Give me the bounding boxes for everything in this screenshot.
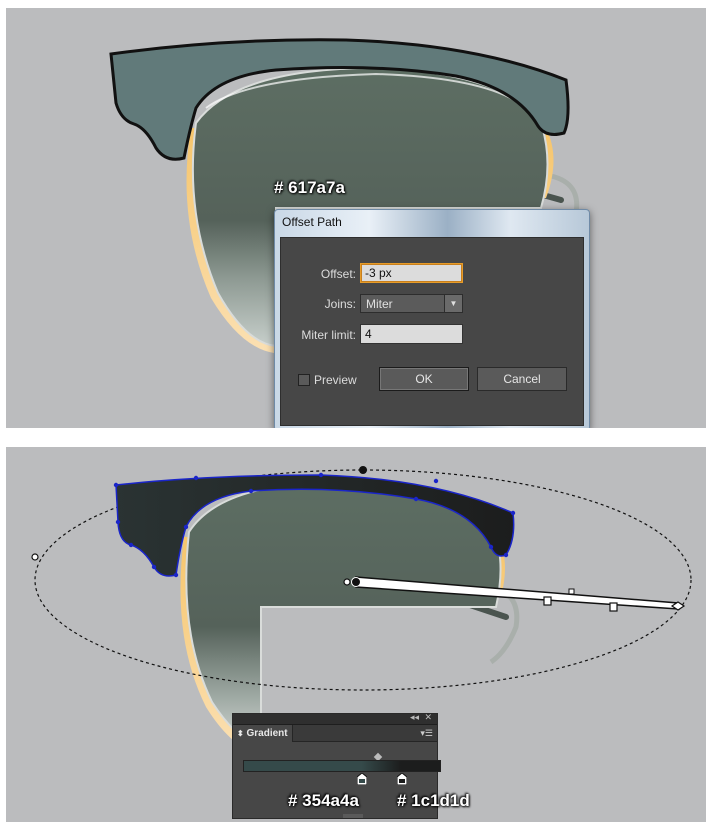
color-label-stop-2: # 1c1d1d — [397, 791, 470, 810]
joins-select[interactable]: Miter ▼ — [360, 294, 463, 313]
ok-button[interactable]: OK — [379, 367, 469, 391]
offset-path-dialog: Offset Path Offset: -3 px Joins: Miter ▼… — [274, 209, 590, 428]
panel-tabbar: ⬍ Gradient ▾☰ — [233, 725, 437, 742]
dialog-title: Offset Path — [282, 215, 342, 229]
gradient-stop-1[interactable] — [357, 773, 367, 785]
color-label-frame: # 617a7a — [274, 178, 345, 197]
tab-gradient-label: Gradient — [246, 728, 288, 739]
joins-value: Miter — [366, 297, 393, 311]
preview-checkbox[interactable] — [298, 374, 310, 386]
color-label-stop-1: # 354a4a — [288, 791, 359, 810]
joins-label: Joins: — [324, 297, 356, 311]
panel-menu-icon[interactable]: ▾☰ — [420, 728, 433, 739]
ellipse-handle-left — [31, 553, 39, 561]
panel-resize-grip[interactable] — [343, 814, 363, 818]
ellipse-handle-top — [359, 466, 367, 474]
cancel-button[interactable]: Cancel — [477, 367, 567, 391]
double-chevron-left-icon[interactable]: ◂◂ — [410, 712, 419, 723]
panel-topbar: ◂◂ ✕ — [233, 712, 437, 725]
miter-limit-label: Miter limit: — [301, 328, 356, 342]
artboard-bottom: ◂◂ ✕ ⬍ Gradient ▾☰ # 354a4a # 1c1d1d — [6, 447, 706, 822]
artboard-top: # 617a7a Offset Path Offset: -3 px Joins… — [6, 8, 706, 428]
miter-limit-input[interactable]: 4 — [360, 324, 463, 344]
tab-gradient[interactable]: ⬍ Gradient — [233, 725, 293, 742]
chevron-down-icon: ▼ — [444, 295, 462, 312]
gradient-stop-2[interactable] — [397, 773, 407, 785]
offset-input[interactable]: -3 px — [360, 263, 463, 283]
close-icon[interactable]: ✕ — [424, 712, 432, 723]
preview-label: Preview — [314, 373, 357, 387]
gradient-slider-bar[interactable] — [243, 760, 441, 772]
tab-toggle-icon: ⬍ — [237, 729, 244, 738]
dialog-body: Offset: -3 px Joins: Miter ▼ Miter limit… — [280, 237, 584, 426]
offset-label: Offset: — [320, 267, 356, 281]
